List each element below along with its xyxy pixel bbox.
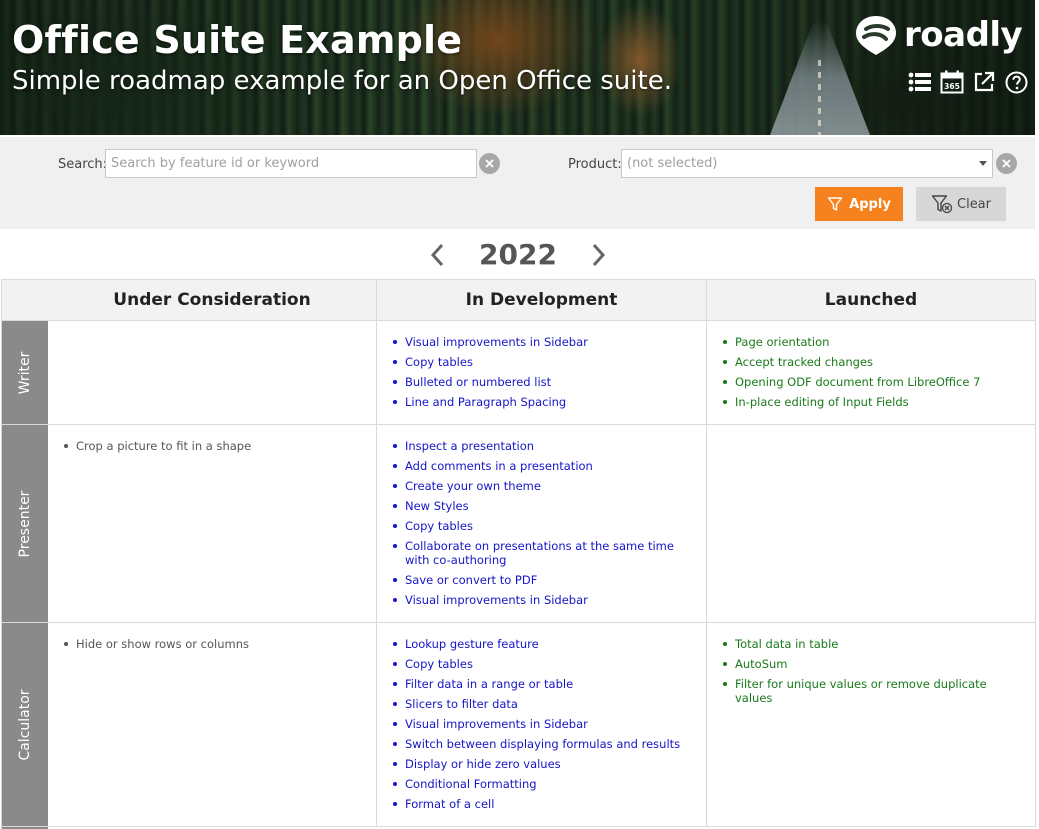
year-label: 2022	[479, 238, 557, 271]
feature-item[interactable]: Switch between displaying formulas and r…	[389, 737, 696, 751]
header-banner: Office Suite Example Simple roadmap exam…	[0, 0, 1035, 135]
filter-bar: Search: Product: (not selected) Apply Cl…	[0, 137, 1035, 229]
feature-list: Hide or show rows or columns	[60, 637, 366, 651]
cell-calculator-launched: Total data in table AutoSum Filter for uni…	[707, 623, 1036, 827]
roadly-logo[interactable]: roadly	[852, 12, 1023, 58]
feature-item[interactable]: Inspect a presentation	[389, 439, 696, 453]
feature-item[interactable]: Lookup gesture feature	[389, 637, 696, 651]
row-header-calculator: Calculator	[2, 623, 48, 827]
feature-list: Visual improvements in Sidebar Copy table…	[389, 335, 696, 409]
close-icon	[1002, 159, 1011, 168]
feature-item[interactable]: Visual improvements in Sidebar	[389, 335, 696, 349]
apply-button-label: Apply	[849, 196, 891, 212]
external-link-icon[interactable]	[972, 70, 996, 94]
cell-presenter-in-development: Inspect a presentation Add comments in a …	[377, 425, 707, 623]
product-select[interactable]: (not selected)	[621, 149, 993, 178]
feature-item[interactable]: Format of a cell	[389, 797, 696, 811]
calendar-365-icon[interactable]: 365	[940, 70, 964, 94]
feature-item[interactable]: In-place editing of Input Fields	[719, 395, 1025, 409]
search-input[interactable]	[105, 149, 477, 178]
filter-icon	[827, 197, 843, 211]
cell-writer-under-consideration	[48, 321, 377, 425]
feature-item[interactable]: Crop a picture to fit in a shape	[60, 439, 366, 453]
page-subtitle: Simple roadmap example for an Open Offic…	[12, 66, 672, 96]
product-select-value: (not selected)	[627, 156, 718, 171]
apply-button[interactable]: Apply	[815, 187, 903, 221]
cell-writer-launched: Page orientation Accept tracked changes Op…	[707, 321, 1036, 425]
feature-list: Total data in table AutoSum Filter for uni…	[719, 637, 1025, 705]
feature-list: Lookup gesture feature Copy tables Filter …	[389, 637, 696, 811]
feature-item[interactable]: Hide or show rows or columns	[60, 637, 366, 651]
row-label: Writer	[17, 351, 33, 394]
feature-item[interactable]: Opening ODF document from LibreOffice 7	[719, 375, 1025, 389]
feature-item[interactable]: Collaborate on presentations at the same…	[389, 539, 696, 567]
search-clear-button[interactable]	[479, 153, 500, 174]
next-year-button[interactable]	[588, 242, 608, 268]
feature-item[interactable]: Copy tables	[389, 355, 696, 369]
feature-list: Page orientation Accept tracked changes Op…	[719, 335, 1025, 409]
roadmap-grid: Under Consideration In Development Launc…	[1, 279, 1036, 829]
column-header-launched: Launched	[707, 280, 1036, 321]
row-label: Presenter	[17, 490, 33, 557]
feature-item[interactable]: Filter for unique values or remove dupli…	[719, 677, 1025, 705]
feature-item[interactable]: Accept tracked changes	[719, 355, 1025, 369]
feature-item[interactable]: Visual improvements in Sidebar	[389, 593, 696, 607]
previous-year-button[interactable]	[428, 242, 448, 268]
banner-road-marking	[818, 60, 821, 135]
close-icon	[485, 159, 494, 168]
cell-calculator-in-development: Lookup gesture feature Copy tables Filter …	[377, 623, 707, 827]
header-toolbar: 365	[908, 70, 1028, 94]
feature-item[interactable]: Bulleted or numbered list	[389, 375, 696, 389]
row-label: Calculator	[17, 688, 33, 761]
feature-item[interactable]: Save or convert to PDF	[389, 573, 696, 587]
feature-item[interactable]: AutoSum	[719, 657, 1025, 671]
product-label: Product:	[568, 157, 622, 172]
help-icon[interactable]	[1004, 70, 1028, 94]
feature-item[interactable]: Visual improvements in Sidebar	[389, 717, 696, 731]
search-label: Search:	[58, 157, 108, 172]
page-title: Office Suite Example	[12, 18, 463, 62]
column-header-under-consideration: Under Consideration	[48, 280, 377, 321]
feature-item[interactable]: New Styles	[389, 499, 696, 513]
clear-button[interactable]: Clear	[916, 187, 1006, 221]
chevron-left-icon	[430, 243, 444, 267]
feature-item[interactable]: Add comments in a presentation	[389, 459, 696, 473]
year-navigation: 2022	[0, 232, 1035, 277]
feature-item[interactable]: Line and Paragraph Spacing	[389, 395, 696, 409]
chevron-right-icon	[592, 243, 606, 267]
calendar-badge-text: 365	[944, 82, 960, 91]
column-header-in-development: In Development	[377, 280, 707, 321]
feature-list: Crop a picture to fit in a shape	[60, 439, 366, 453]
chevron-down-icon	[979, 161, 987, 166]
cell-presenter-under-consideration: Crop a picture to fit in a shape	[48, 425, 377, 623]
cell-presenter-launched	[707, 425, 1036, 623]
feature-list: Inspect a presentation Add comments in a …	[389, 439, 696, 607]
row-header-writer: Writer	[2, 321, 48, 425]
feature-item[interactable]: Create your own theme	[389, 479, 696, 493]
product-clear-button[interactable]	[996, 153, 1017, 174]
row-header-presenter: Presenter	[2, 425, 48, 623]
feature-item[interactable]: Display or hide zero values	[389, 757, 696, 771]
list-icon[interactable]	[908, 70, 932, 94]
filter-clear-icon	[931, 195, 953, 214]
logo-text: roadly	[904, 15, 1023, 55]
feature-item[interactable]: Copy tables	[389, 519, 696, 533]
cell-writer-in-development: Visual improvements in Sidebar Copy table…	[377, 321, 707, 425]
feature-item[interactable]: Filter data in a range or table	[389, 677, 696, 691]
feature-item[interactable]: Total data in table	[719, 637, 1025, 651]
feature-item[interactable]: Copy tables	[389, 657, 696, 671]
clear-button-label: Clear	[957, 196, 991, 212]
feature-item[interactable]: Conditional Formatting	[389, 777, 696, 791]
feature-item[interactable]: Slicers to filter data	[389, 697, 696, 711]
cell-calculator-under-consideration: Hide or show rows or columns	[48, 623, 377, 827]
grid-corner	[2, 280, 48, 321]
roadly-logo-icon	[856, 16, 896, 55]
feature-item[interactable]: Page orientation	[719, 335, 1025, 349]
